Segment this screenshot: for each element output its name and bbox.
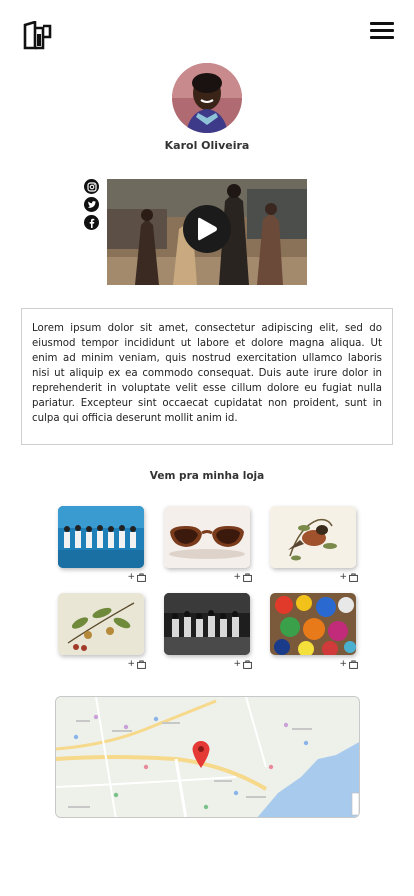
product-image[interactable] bbox=[164, 593, 250, 655]
shop-title: Vem pra minha loja bbox=[149, 470, 265, 482]
shopping-bag-icon bbox=[243, 660, 252, 669]
product-image[interactable] bbox=[270, 593, 356, 655]
add-to-cart-button[interactable]: + bbox=[339, 572, 358, 582]
add-label: + bbox=[127, 572, 135, 582]
add-to-cart-button[interactable]: + bbox=[339, 659, 358, 669]
shopping-bag-icon bbox=[137, 660, 146, 669]
store-logo-icon[interactable] bbox=[23, 20, 52, 50]
add-to-cart-button[interactable]: + bbox=[233, 659, 252, 669]
product-card: + bbox=[58, 506, 146, 582]
shopping-bag-icon bbox=[137, 573, 146, 582]
video-player[interactable] bbox=[107, 179, 307, 285]
bio-text: Lorem ipsum dolor sit amet, consectetur … bbox=[21, 308, 393, 445]
location-map[interactable] bbox=[55, 696, 360, 818]
product-card: + bbox=[270, 506, 358, 582]
play-button[interactable] bbox=[183, 205, 231, 253]
hamburger-menu-icon[interactable] bbox=[370, 22, 394, 40]
add-label: + bbox=[339, 659, 347, 669]
add-label: + bbox=[339, 572, 347, 582]
product-image[interactable] bbox=[270, 506, 356, 568]
product-card: + bbox=[58, 593, 146, 669]
map-pin-icon[interactable] bbox=[191, 739, 211, 769]
shopping-bag-icon bbox=[349, 660, 358, 669]
facebook-icon[interactable] bbox=[84, 215, 99, 230]
social-links bbox=[84, 179, 100, 233]
add-label: + bbox=[233, 572, 241, 582]
add-to-cart-button[interactable]: + bbox=[233, 572, 252, 582]
avatar bbox=[172, 63, 242, 133]
add-label: + bbox=[127, 659, 135, 669]
product-image[interactable] bbox=[164, 506, 250, 568]
product-card: + bbox=[164, 593, 252, 669]
add-to-cart-button[interactable]: + bbox=[127, 659, 146, 669]
twitter-icon[interactable] bbox=[84, 197, 99, 212]
shopping-bag-icon bbox=[243, 573, 252, 582]
product-image[interactable] bbox=[58, 593, 144, 655]
add-label: + bbox=[233, 659, 241, 669]
product-card: + bbox=[270, 593, 358, 669]
profile-name: Karol Oliveira bbox=[164, 139, 250, 152]
add-to-cart-button[interactable]: + bbox=[127, 572, 146, 582]
shopping-bag-icon bbox=[349, 573, 358, 582]
instagram-icon[interactable] bbox=[84, 179, 99, 194]
product-card: + bbox=[164, 506, 252, 582]
product-image[interactable] bbox=[58, 506, 144, 568]
